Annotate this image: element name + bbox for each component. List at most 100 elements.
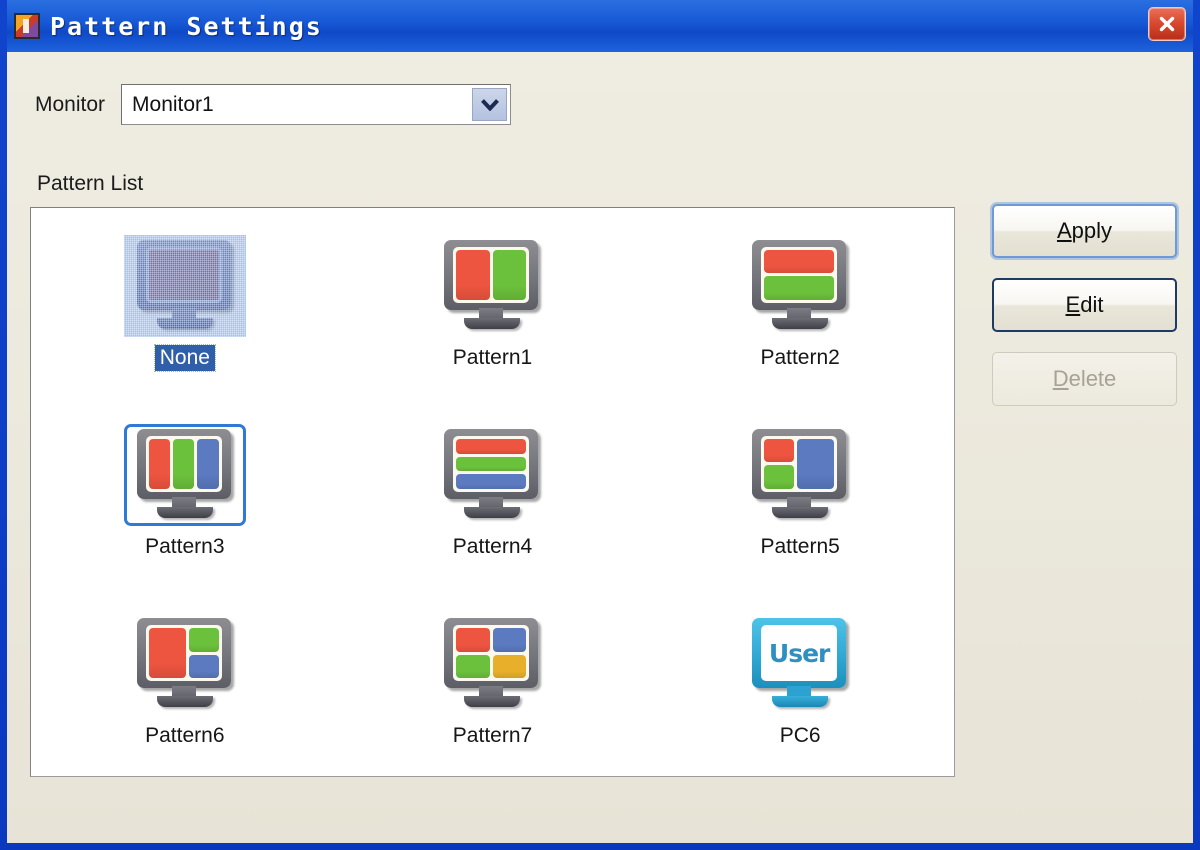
close-icon [1159, 16, 1175, 32]
pattern-pane [189, 628, 219, 652]
monitor-bezel [444, 239, 539, 310]
window-title: Pattern Settings [50, 11, 323, 41]
pattern-pane [173, 438, 195, 489]
pattern-item-label: Pattern6 [145, 724, 225, 748]
pattern-item-label: Pattern4 [452, 534, 533, 558]
pattern-list-item[interactable]: User PC6 [646, 587, 954, 776]
pattern-pane [796, 438, 835, 489]
title-bar[interactable]: Pattern Settings [7, 0, 1193, 52]
action-button-column: Apply Edit Delete [992, 204, 1177, 426]
pattern-pane [764, 438, 794, 463]
monitor-label: Monitor [35, 92, 106, 116]
monitor-icon [135, 428, 235, 521]
pattern-list-item[interactable]: Pattern5 [646, 397, 954, 586]
pattern-icon-pattern6[interactable] [124, 613, 246, 715]
pattern-icon-pc6[interactable]: User [739, 613, 861, 715]
close-button[interactable] [1148, 7, 1186, 41]
pattern-pane [764, 465, 794, 489]
monitor-bezel [752, 239, 847, 310]
pattern-item-label: None [153, 343, 216, 372]
monitor-icon [442, 618, 542, 710]
pattern-item-label: Pattern5 [760, 534, 840, 558]
pattern-pane [456, 249, 490, 300]
monitor-icon [442, 428, 542, 521]
monitor-screen-text: User [768, 638, 830, 668]
monitor-base [772, 696, 829, 708]
monitor-screen [145, 246, 222, 303]
pattern-pane [456, 628, 490, 652]
pattern-icon-pattern4[interactable] [431, 424, 553, 526]
pattern-item-label: Pattern2 [760, 345, 840, 369]
monitor-bezel [444, 428, 539, 499]
pattern-icon-pattern5[interactable] [739, 424, 861, 526]
app-icon [14, 13, 40, 39]
pattern-icon-none[interactable] [123, 234, 246, 337]
pattern-item-label: Pattern3 [145, 534, 225, 558]
pattern-icon-pattern2[interactable] [739, 235, 861, 337]
dialog-client-area: Monitor Monitor1 Pattern List None Patter… [7, 52, 1193, 843]
pattern-pane [189, 654, 219, 679]
pattern-pane [764, 276, 835, 300]
apply-button[interactable]: Apply [992, 204, 1177, 258]
pattern-item-label: Pattern7 [452, 724, 533, 748]
monitor-combobox-arrow[interactable] [472, 88, 508, 121]
monitor-screen [145, 625, 222, 682]
pattern-list-item[interactable]: Pattern4 [339, 397, 647, 586]
monitor-bezel [136, 428, 231, 499]
pattern-list-item[interactable]: None [31, 208, 339, 397]
monitor-base [156, 696, 213, 708]
monitor-bezel [136, 239, 231, 310]
pattern-pane [492, 628, 527, 652]
edit-button[interactable]: Edit [992, 278, 1177, 332]
pattern-list-item[interactable]: Pattern1 [339, 208, 647, 397]
monitor-icon [442, 239, 542, 332]
pattern-grid: None Pattern1 Pattern2 Pattern3 Pattern4 Patt… [31, 208, 954, 776]
monitor-screen: User [761, 625, 838, 682]
pattern-pane [148, 628, 187, 679]
monitor-base [772, 506, 829, 518]
monitor-base [464, 317, 521, 329]
pattern-list-item[interactable]: Pattern6 [31, 587, 339, 776]
monitor-base [464, 696, 521, 708]
pattern-item-label: Pattern1 [452, 345, 533, 369]
monitor-combobox-value: Monitor1 [132, 92, 214, 116]
monitor-bezel: User [752, 618, 847, 689]
pattern-pane [492, 654, 527, 679]
pattern-pane [456, 438, 527, 454]
monitor-bezel [136, 618, 231, 689]
monitor-screen [453, 625, 530, 682]
monitor-screen [761, 246, 838, 303]
monitor-screen [453, 246, 530, 303]
monitor-bezel [752, 428, 847, 499]
monitor-screen [145, 435, 222, 492]
pattern-pane [197, 438, 219, 489]
pattern-list-item[interactable]: Pattern2 [646, 208, 954, 397]
pattern-pane [492, 249, 527, 300]
monitor-icon: User [750, 618, 850, 710]
monitor-base [156, 506, 213, 518]
chevron-down-icon [480, 99, 499, 111]
monitor-base [156, 317, 213, 329]
pattern-item-label: PC6 [779, 724, 821, 748]
pattern-pane [456, 654, 490, 679]
pattern-icon-pattern3[interactable] [123, 423, 246, 526]
pattern-icon-pattern7[interactable] [431, 613, 553, 715]
pattern-pane [456, 474, 527, 489]
monitor-base [464, 506, 521, 518]
pattern-list-caption: Pattern List [37, 172, 144, 195]
monitor-icon [135, 239, 235, 332]
delete-button: Delete [992, 352, 1177, 406]
monitor-screen [453, 435, 530, 492]
pattern-settings-dialog: Pattern Settings Monitor Monitor1 Patter… [0, 0, 1200, 850]
monitor-selector-row: Monitor Monitor1 [35, 84, 512, 125]
monitor-base [772, 317, 829, 329]
monitor-icon [750, 239, 850, 332]
monitor-icon [750, 428, 850, 521]
pattern-list-item[interactable]: Pattern7 [339, 587, 647, 776]
pattern-pane [764, 249, 835, 274]
monitor-screen [761, 435, 838, 492]
pattern-list-item[interactable]: Pattern3 [31, 397, 339, 586]
pattern-icon-pattern1[interactable] [431, 235, 553, 337]
pattern-list-panel[interactable]: None Pattern1 Pattern2 Pattern3 Pattern4 Patt… [30, 207, 955, 777]
monitor-combobox[interactable]: Monitor1 [121, 84, 512, 125]
